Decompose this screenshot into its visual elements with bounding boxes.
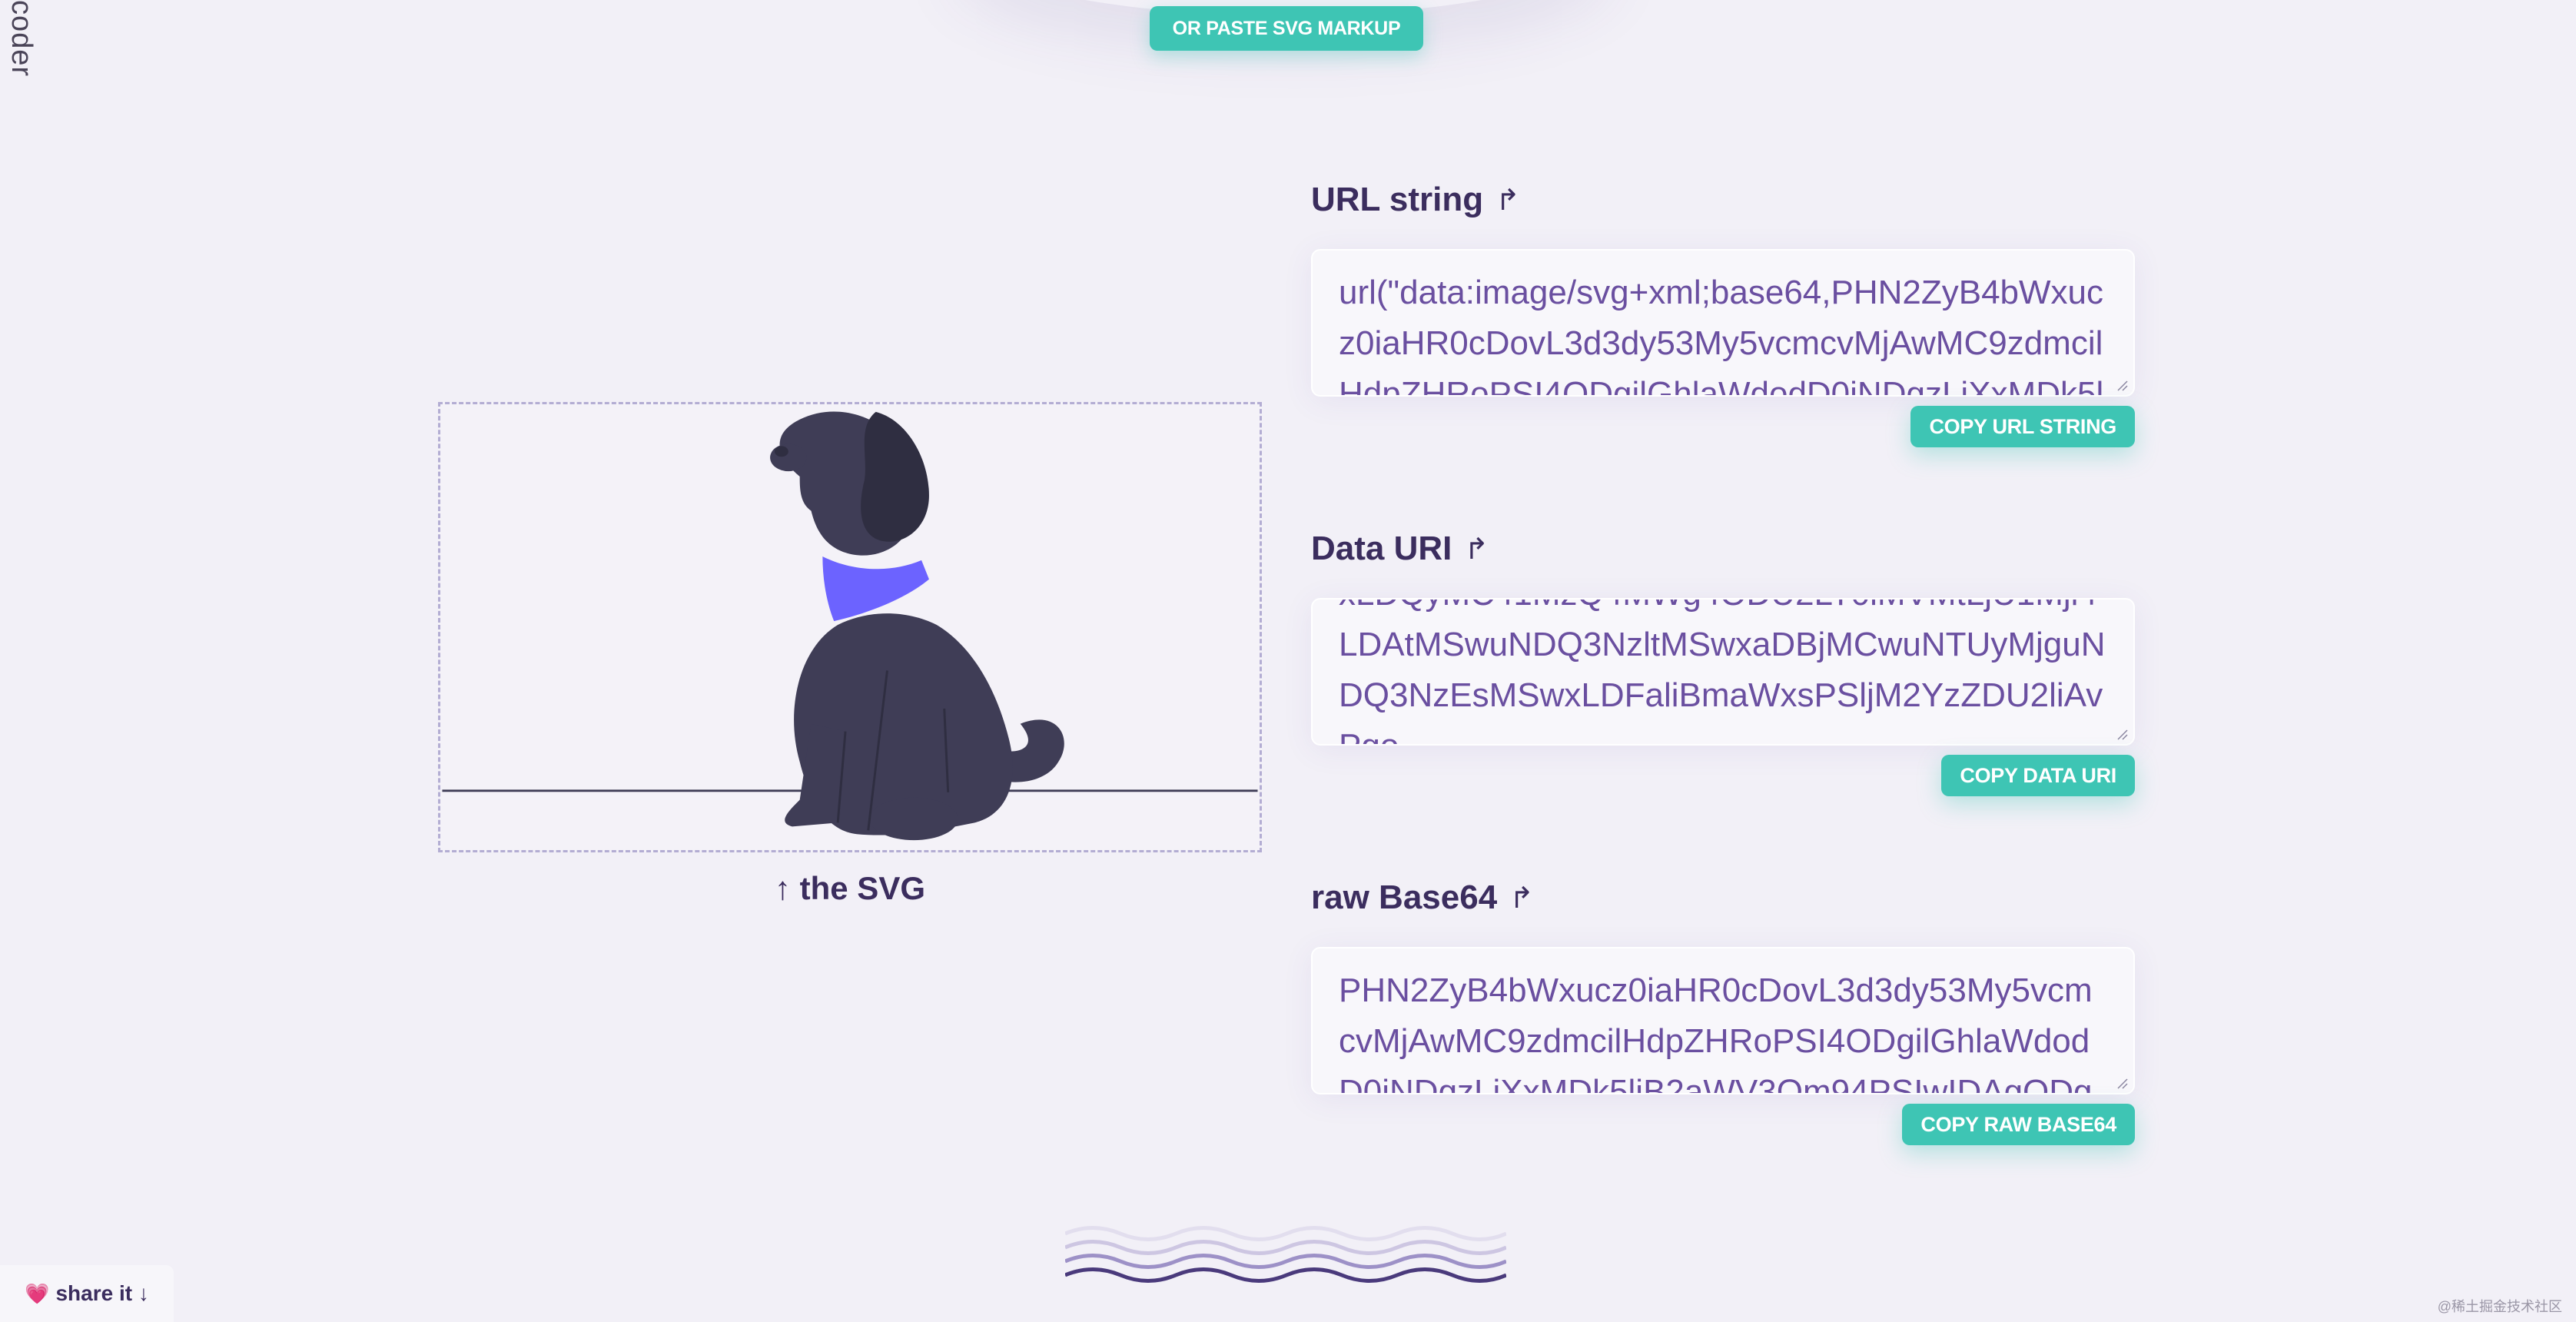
svg-preview	[438, 402, 1262, 852]
data-uri-title: Data URI ↱	[1311, 527, 2135, 570]
wave-decoration	[1065, 1226, 1506, 1283]
raw-base64-section: raw Base64 ↱ PHN2ZyB4bWxucz0iaHR0cDovL3d…	[1311, 876, 2135, 1145]
paste-svg-markup-button[interactable]: OR PASTE SVG MARKUP	[1150, 6, 1423, 51]
raw-base64-label: raw Base64	[1311, 879, 1498, 916]
url-string-textarea[interactable]: url("data:image/svg+xml;base64,PHN2ZyB4b…	[1311, 249, 2135, 397]
return-arrow-icon: ↱	[1509, 882, 1535, 915]
resize-handle-icon[interactable]	[2115, 378, 2129, 392]
raw-base64-value: PHN2ZyB4bWxucz0iaHR0cDovL3d3dy53My5vcmcv…	[1339, 972, 2093, 1094]
copy-data-uri-button[interactable]: COPY DATA URI	[1941, 755, 2135, 796]
raw-base64-title: raw Base64 ↱	[1311, 876, 2135, 919]
share-button[interactable]: 💗 share it ↓	[0, 1265, 174, 1322]
copy-raw-base64-button[interactable]: COPY RAW BASE64	[1902, 1104, 2135, 1145]
return-arrow-icon: ↱	[1464, 533, 1489, 566]
share-label: share it ↓	[55, 1281, 149, 1305]
data-uri-label: Data URI	[1311, 530, 1452, 567]
url-string-label: URL string	[1311, 181, 1484, 218]
preview-caption: ↑ the SVG	[774, 870, 926, 906]
data-uri-value: xLDQyMC41MzQ4MWg4ODU2LT0iMVMtLjU1Mjl4LDA…	[1339, 600, 2106, 744]
dog-illustration	[442, 411, 1258, 841]
data-uri-textarea[interactable]: xLDQyMC41MzQ4MWg4ODU2LT0iMVMtLjU1Mjl4LDA…	[1311, 598, 2135, 746]
url-string-value: url("data:image/svg+xml;base64,PHN2ZyB4b…	[1339, 274, 2104, 397]
brand-vertical-text: coder	[5, 0, 38, 78]
return-arrow-icon: ↱	[1495, 184, 1520, 217]
heart-icon: 💗	[25, 1281, 50, 1305]
copy-url-string-button[interactable]: COPY URL STRING	[1910, 406, 2135, 447]
url-string-section: URL string ↱ url("data:image/svg+xml;bas…	[1311, 178, 2135, 447]
raw-base64-textarea[interactable]: PHN2ZyB4bWxucz0iaHR0cDovL3d3dy53My5vcmcv…	[1311, 947, 2135, 1094]
resize-handle-icon[interactable]	[2115, 727, 2129, 741]
watermark: @稀土掘金技术社区	[2437, 1299, 2562, 1314]
resize-handle-icon[interactable]	[2115, 1076, 2129, 1090]
url-string-title: URL string ↱	[1311, 178, 2135, 221]
data-uri-section: Data URI ↱ xLDQyMC41MzQ4MWg4ODU2LT0iMVMt…	[1311, 527, 2135, 796]
